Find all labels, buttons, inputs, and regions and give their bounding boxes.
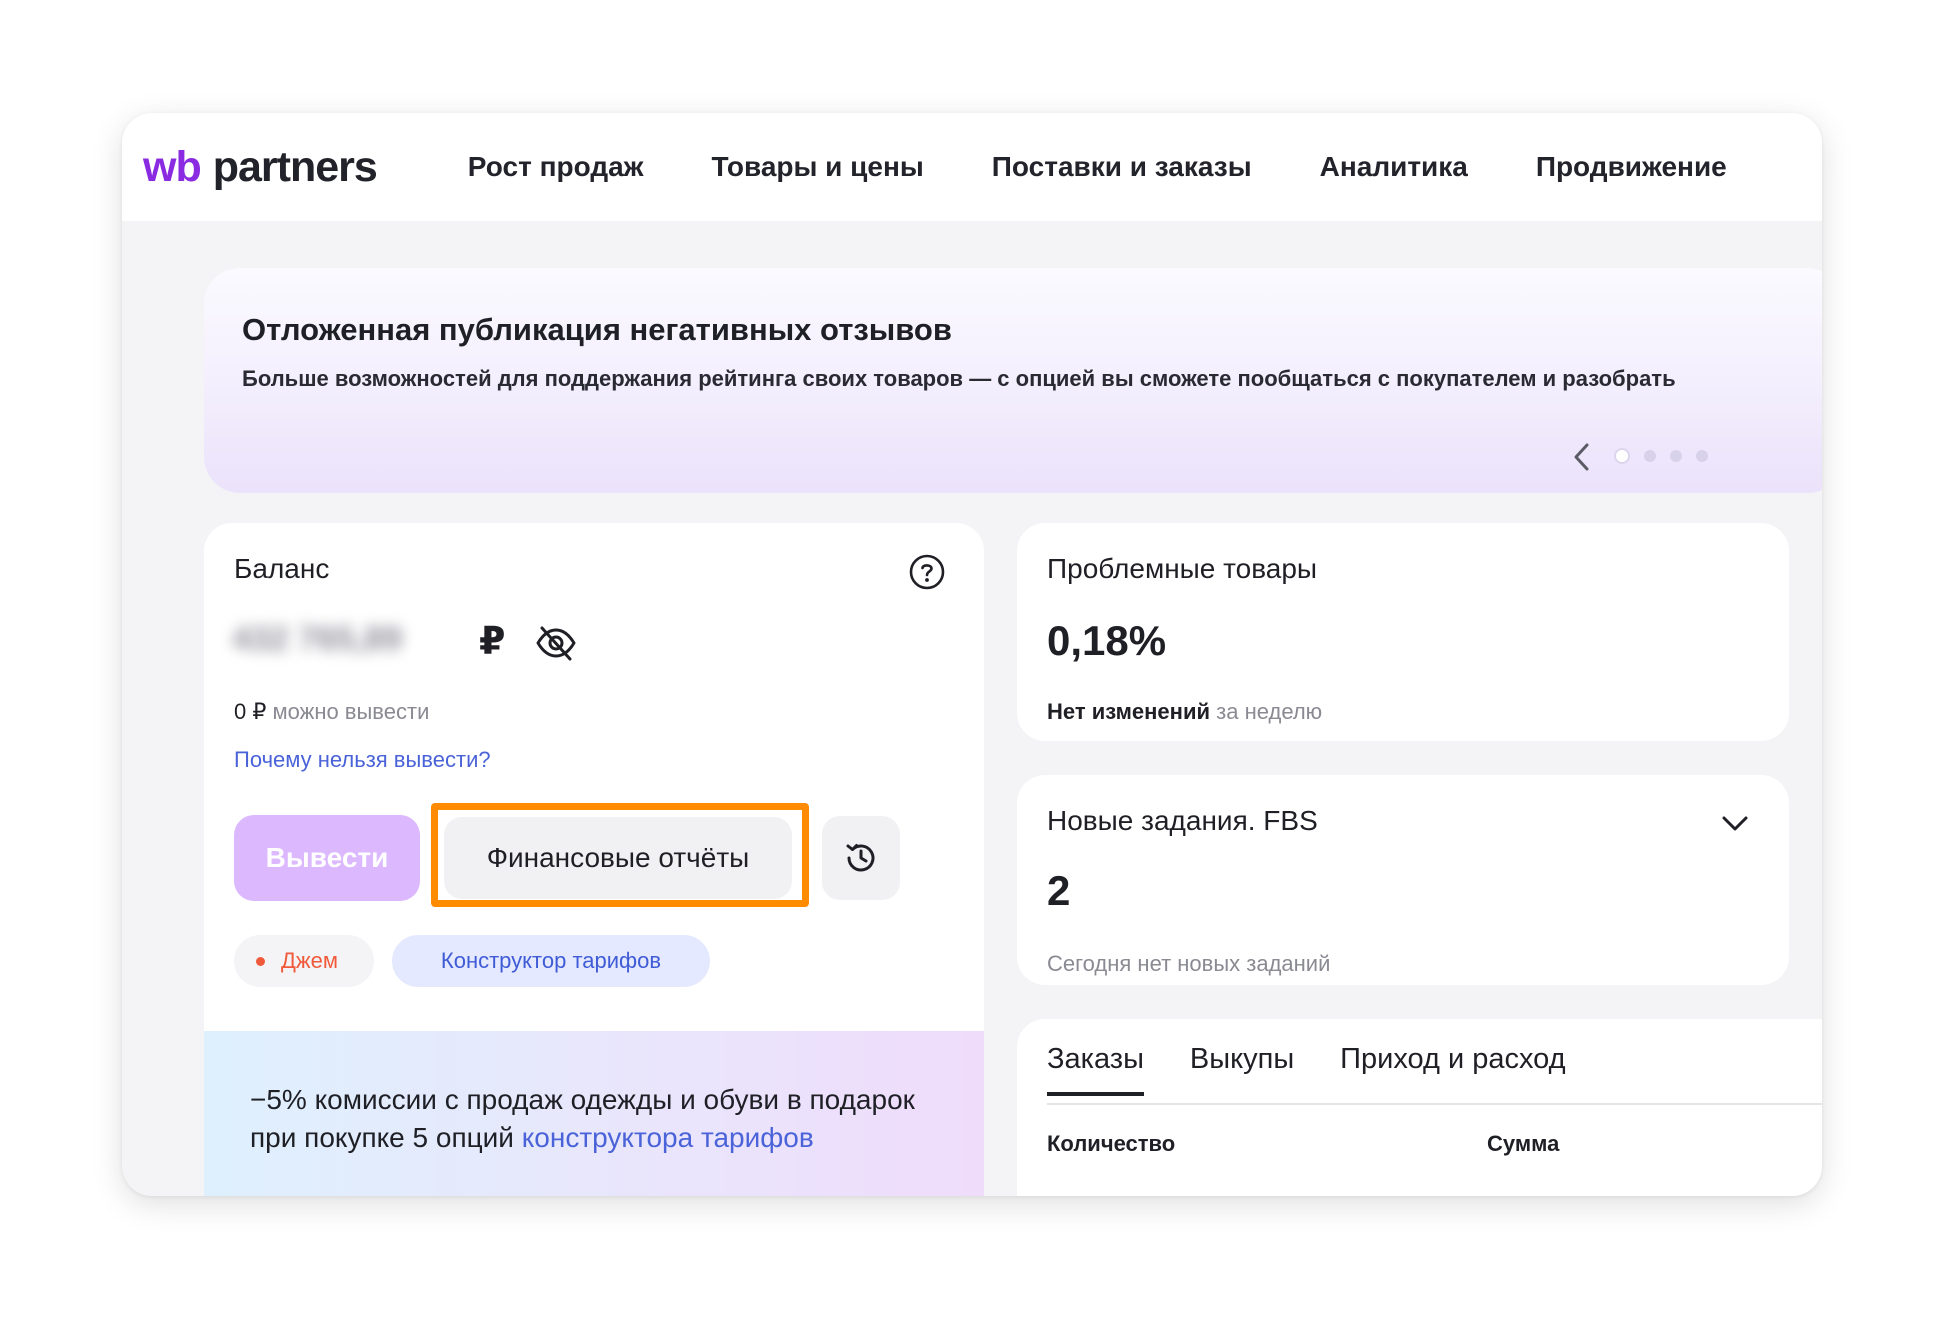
promo-block: −5% комиссии с продаж одежды и обуви в п… — [204, 1031, 984, 1196]
problem-goods-value: 0,18% — [1047, 617, 1167, 664]
bullet-icon — [256, 956, 265, 966]
change-period: за неделю — [1216, 699, 1323, 724]
news-banner[interactable]: Отложенная публикация негативных отзывов… — [204, 268, 1822, 493]
column-header-sum: Сумма — [1487, 1131, 1560, 1156]
app-window: wb partners Рост продаж Товары и цены По… — [122, 113, 1822, 1196]
pagination-dot-active[interactable] — [1614, 448, 1630, 464]
jam-chip[interactable]: Джем — [234, 935, 374, 987]
highlight-frame — [431, 803, 809, 907]
logo-wb: wb — [143, 142, 202, 191]
tariff-constructor-chip[interactable]: Конструктор тарифов — [392, 935, 710, 987]
logo-partners: partners — [212, 142, 378, 191]
fbs-tasks-card[interactable]: Новые задания. FBS 2 Сегодня нет новых з… — [1017, 775, 1789, 985]
pagination-dot[interactable] — [1670, 450, 1682, 462]
eye-off-icon[interactable] — [534, 623, 578, 663]
problem-goods-card[interactable]: Проблемные товары 0,18% Нет изменений за… — [1017, 523, 1789, 741]
promo-text: −5% комиссии с продаж одежды и обуви в п… — [250, 1081, 950, 1157]
pagination-dot[interactable] — [1644, 450, 1656, 462]
balance-title: Баланс — [234, 553, 330, 584]
fbs-title: Новые задания. FBS — [1047, 805, 1318, 836]
main-nav: Рост продаж Товары и цены Поставки и зак… — [468, 151, 1727, 183]
nav-item-goods-prices[interactable]: Товары и цены — [712, 151, 924, 183]
pagination-dot[interactable] — [1696, 450, 1708, 462]
column-header-quantity: Количество — [1047, 1131, 1176, 1156]
tabs-divider — [1047, 1103, 1822, 1105]
nav-item-analytics[interactable]: Аналитика — [1320, 151, 1468, 183]
history-icon — [846, 844, 875, 872]
wb-partners-logo[interactable]: wb partners — [143, 142, 378, 191]
problem-goods-title: Проблемные товары — [1047, 553, 1318, 584]
banner-text: Больше возможностей для поддержания рейт… — [242, 366, 1676, 391]
nav-item-sales-growth[interactable]: Рост продаж — [468, 151, 644, 183]
chevron-down-icon[interactable] — [1717, 805, 1753, 841]
orders-tabs: Заказы Выкупы Приход и расход — [1047, 1043, 1612, 1096]
balance-amount-hidden: 432 765,89 — [232, 617, 474, 661]
change-status: Нет изменений — [1047, 699, 1211, 724]
problem-goods-change: Нет изменений за неделю — [1047, 699, 1322, 725]
balance-card: Баланс 432 765,89 ₽ 0 ₽ можно вывести По… — [204, 523, 984, 1196]
orders-card: Заказы Выкупы Приход и расход Количество… — [1017, 1019, 1822, 1196]
fbs-value: 2 — [1047, 867, 1071, 914]
available-to-withdraw: 0 ₽ можно вывести — [234, 699, 429, 725]
withdraw-button[interactable]: Вывести — [234, 815, 420, 901]
fbs-subtitle: Сегодня нет новых заданий — [1047, 951, 1331, 976]
nav-item-supplies-orders[interactable]: Поставки и заказы — [992, 151, 1252, 183]
help-icon[interactable] — [908, 553, 946, 591]
banner-pagination — [1614, 448, 1722, 464]
balance-amount-blurred: 432 765,89 — [232, 619, 403, 658]
top-navigation: wb partners Рост продаж Товары и цены По… — [122, 113, 1822, 221]
nav-item-promotion[interactable]: Продвижение — [1536, 151, 1727, 183]
available-value: 0 ₽ — [234, 699, 267, 724]
tab-income-expense[interactable]: Приход и расход — [1340, 1043, 1565, 1096]
history-button[interactable] — [822, 816, 900, 900]
available-label: можно вывести — [272, 699, 430, 724]
chevron-left-icon[interactable] — [1569, 440, 1595, 474]
jam-chip-label: Джем — [281, 948, 338, 973]
why-cannot-withdraw-link[interactable]: Почему нельзя вывести? — [234, 747, 491, 773]
promo-link[interactable]: конструктора тарифов — [522, 1122, 814, 1153]
banner-title: Отложенная публикация негативных отзывов — [242, 312, 952, 347]
currency-sign: ₽ — [479, 621, 506, 663]
tab-buyouts[interactable]: Выкупы — [1190, 1043, 1294, 1096]
tab-orders[interactable]: Заказы — [1047, 1043, 1144, 1096]
